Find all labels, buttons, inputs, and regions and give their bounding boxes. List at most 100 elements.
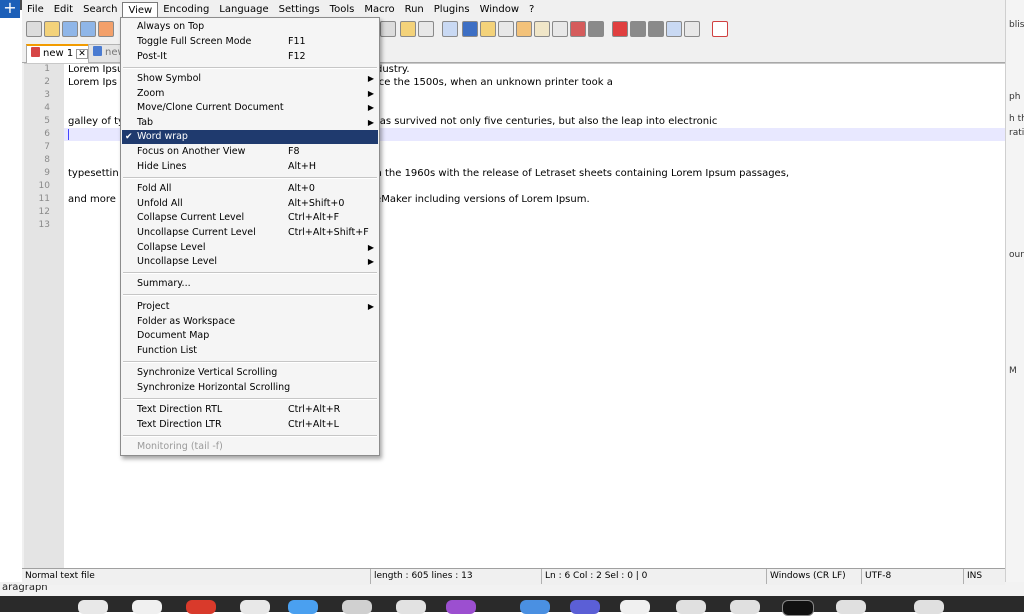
menu-run[interactable]: Run <box>400 2 429 18</box>
menu-separator <box>123 272 377 274</box>
menu-item-fold-all[interactable]: Fold All Alt+0 <box>122 182 378 196</box>
menu-item-folder-workspace[interactable]: Folder as Workspace <box>122 315 378 329</box>
save-all-icon[interactable] <box>80 21 96 37</box>
save-icon[interactable] <box>62 21 78 37</box>
wrap-icon[interactable] <box>380 21 396 37</box>
menu-item-sync-vertical[interactable]: Synchronize Vertical Scrolling <box>122 366 378 380</box>
menu-item-monitoring: Monitoring (tail -f) <box>137 441 223 452</box>
menu-item-always-on-top[interactable]: Always on Top <box>122 20 378 34</box>
line-number: 11 <box>38 194 50 204</box>
menu-help[interactable]: ? <box>524 2 539 18</box>
menu-edit[interactable]: Edit <box>49 2 78 18</box>
status-position: Ln : 6 Col : 2 Sel : 0 | 0 <box>541 569 765 584</box>
folder-workspace-icon[interactable] <box>498 21 514 37</box>
run-macro-icon[interactable] <box>666 21 682 37</box>
menu-item-function-list[interactable]: Function List <box>122 344 378 358</box>
menu-tools[interactable]: Tools <box>325 2 360 18</box>
toolbar-icon[interactable] <box>516 21 532 37</box>
menu-macro[interactable]: Macro <box>359 2 399 18</box>
background-window-edge: blis ph h th rati oun M <box>1005 0 1024 585</box>
menu-file[interactable]: File <box>22 2 49 18</box>
toolbar-icon[interactable] <box>400 21 416 37</box>
saved-file-icon <box>93 46 102 56</box>
menu-item-summary[interactable]: Summary... <box>122 277 378 291</box>
toolbar-icon[interactable] <box>588 21 604 37</box>
menu-item-uncollapse-level[interactable]: Uncollapse Level ▶ <box>122 255 378 269</box>
menu-item-text-direction-ltr[interactable]: Text Direction LTR Ctrl+Alt+L <box>122 418 378 432</box>
menu-item-word-wrap[interactable]: ✔ Word wrap <box>122 130 378 144</box>
text-line-4-start: galley of ty <box>68 116 124 127</box>
toolbar-icon[interactable] <box>552 21 568 37</box>
text-line-9-start: typesettin <box>68 168 119 179</box>
menu-window[interactable]: Window <box>475 2 524 18</box>
menu-item-zoom[interactable]: Zoom ▶ <box>122 87 378 101</box>
menu-search[interactable]: Search <box>78 2 122 18</box>
record-macro-icon[interactable] <box>612 21 628 37</box>
status-line-ending[interactable]: Windows (CR LF) <box>766 569 864 584</box>
menu-item-toggle-full-screen[interactable]: Toggle Full Screen Mode F11 <box>122 35 378 49</box>
text-line-2-end: er since the 1500s, when an unknown prin… <box>351 77 613 88</box>
indent-guide-icon[interactable] <box>442 21 458 37</box>
menu-settings[interactable]: Settings <box>274 2 325 18</box>
submenu-arrow-icon: ▶ <box>367 302 374 311</box>
menu-item-sync-horizontal[interactable]: Synchronize Horizontal Scrolling <box>122 381 378 395</box>
open-file-icon[interactable] <box>44 21 60 37</box>
line-number: 5 <box>44 116 50 126</box>
function-list-icon[interactable] <box>480 21 496 37</box>
spell-check-icon[interactable] <box>712 21 728 37</box>
status-length: length : 605 lines : 13 <box>370 569 542 584</box>
menu-item-uncollapse-current[interactable]: Uncollapse Current Level Ctrl+Alt+Shift+F <box>122 226 378 240</box>
line-number: 4 <box>44 103 50 113</box>
stop-macro-icon[interactable] <box>630 21 646 37</box>
line-number: 7 <box>44 142 50 152</box>
document-map-icon[interactable] <box>462 21 478 37</box>
shortcut-label: Ctrl+Alt+R <box>288 404 341 415</box>
status-encoding[interactable]: UTF-8 <box>861 569 965 584</box>
menu-item-show-symbol[interactable]: Show Symbol ▶ <box>122 72 378 86</box>
menu-item-post-it[interactable]: Post-It F12 <box>122 50 378 64</box>
new-tab-plus-icon[interactable]: + <box>0 0 20 18</box>
new-file-icon[interactable] <box>26 21 42 37</box>
submenu-arrow-icon: ▶ <box>367 243 374 252</box>
close-file-icon[interactable] <box>98 21 114 37</box>
tab-close-icon[interactable]: ✕ <box>76 49 88 59</box>
toolbar-icon[interactable] <box>534 21 550 37</box>
play-macro-icon[interactable] <box>648 21 664 37</box>
line-number: 12 <box>38 207 50 217</box>
shortcut-label: F8 <box>288 146 300 157</box>
menu-language[interactable]: Language <box>214 2 273 18</box>
tab-new-1[interactable]: new 1 ✕ <box>26 44 93 63</box>
menu-plugins[interactable]: Plugins <box>429 2 475 18</box>
unsaved-file-icon <box>31 47 40 57</box>
background-text-fragment: h th <box>1009 114 1024 124</box>
line-number: 3 <box>44 90 50 100</box>
line-number: 1 <box>44 64 50 74</box>
show-all-characters-icon[interactable] <box>418 21 434 37</box>
text-line-4-end: . It has survived not only five centurie… <box>357 116 718 127</box>
menu-item-text-direction-rtl[interactable]: Text Direction RTL Ctrl+Alt+R <box>122 403 378 417</box>
text-line-2-start: Lorem Ips <box>68 77 117 88</box>
menu-item-move-clone[interactable]: Move/Clone Current Document ▶ <box>122 101 378 115</box>
status-bar: Normal text file length : 605 lines : 13… <box>22 568 1005 584</box>
shortcut-label: Ctrl+Alt+F <box>288 212 340 223</box>
line-number: 13 <box>38 220 50 230</box>
menu-item-focus-another-view[interactable]: Focus on Another View F8 <box>122 145 378 159</box>
toolbar-icon[interactable] <box>570 21 586 37</box>
text-caret <box>68 129 69 140</box>
menu-item-collapse-level[interactable]: Collapse Level ▶ <box>122 241 378 255</box>
menu-encoding[interactable]: Encoding <box>158 2 214 18</box>
menu-item-tab[interactable]: Tab ▶ <box>122 116 378 130</box>
view-menu-dropdown: Always on Top Toggle Full Screen Mode F11… <box>120 17 380 456</box>
menu-item-document-map[interactable]: Document Map <box>122 329 378 343</box>
menu-item-hide-lines[interactable]: Hide Lines Alt+H <box>122 160 378 174</box>
background-text-fragment: oun <box>1009 250 1024 260</box>
status-file-type: Normal text file <box>25 571 95 581</box>
background-text-fragment: rati <box>1009 128 1024 138</box>
menu-item-collapse-current[interactable]: Collapse Current Level Ctrl+Alt+F <box>122 211 378 225</box>
line-number: 9 <box>44 168 50 178</box>
save-macro-icon[interactable] <box>684 21 700 37</box>
text-line-9-end: ed in the 1960s with the release of Letr… <box>357 168 790 179</box>
dock-app-icon[interactable] <box>782 600 814 616</box>
menu-item-project[interactable]: Project ▶ <box>122 300 378 314</box>
menu-item-unfold-all[interactable]: Unfold All Alt+Shift+0 <box>122 197 378 211</box>
